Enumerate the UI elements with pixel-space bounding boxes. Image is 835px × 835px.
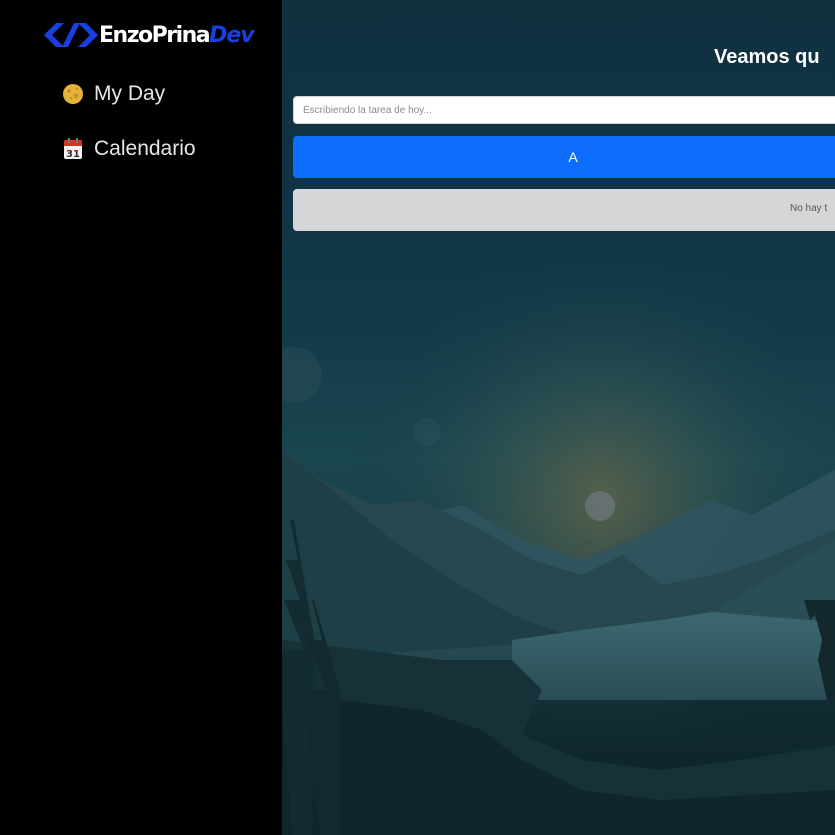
moon-icon xyxy=(62,83,84,105)
calendar-icon-day: 31 xyxy=(66,149,80,160)
app-window: EnzoPrina Dev My Day 31 Calendario Veamo… xyxy=(0,0,835,835)
page-title: Veamos qu xyxy=(714,46,820,69)
calendar-icon: 31 xyxy=(62,138,84,160)
empty-state-text: No hay t xyxy=(790,203,828,214)
add-task-button[interactable]: A xyxy=(293,136,835,178)
logo[interactable]: EnzoPrina Dev xyxy=(44,20,255,50)
sidebar-item-my-day[interactable]: My Day xyxy=(62,82,165,106)
sidebar-item-label: Calendario xyxy=(94,137,196,160)
sidebar-item-label: My Day xyxy=(94,82,166,105)
logo-accent: Dev xyxy=(209,22,255,48)
sidebar: EnzoPrina Dev My Day 31 Calendario xyxy=(0,0,282,835)
empty-tasks-box: No hay t xyxy=(293,189,835,231)
mountain-lake-background xyxy=(282,0,835,835)
chevron-brackets-logo-icon xyxy=(44,23,98,47)
task-input[interactable] xyxy=(293,96,835,124)
sidebar-item-calendario[interactable]: 31 Calendario xyxy=(62,137,196,161)
main-content: Veamos qu A No hay t xyxy=(282,0,835,835)
logo-name: EnzoPrina xyxy=(99,22,211,48)
